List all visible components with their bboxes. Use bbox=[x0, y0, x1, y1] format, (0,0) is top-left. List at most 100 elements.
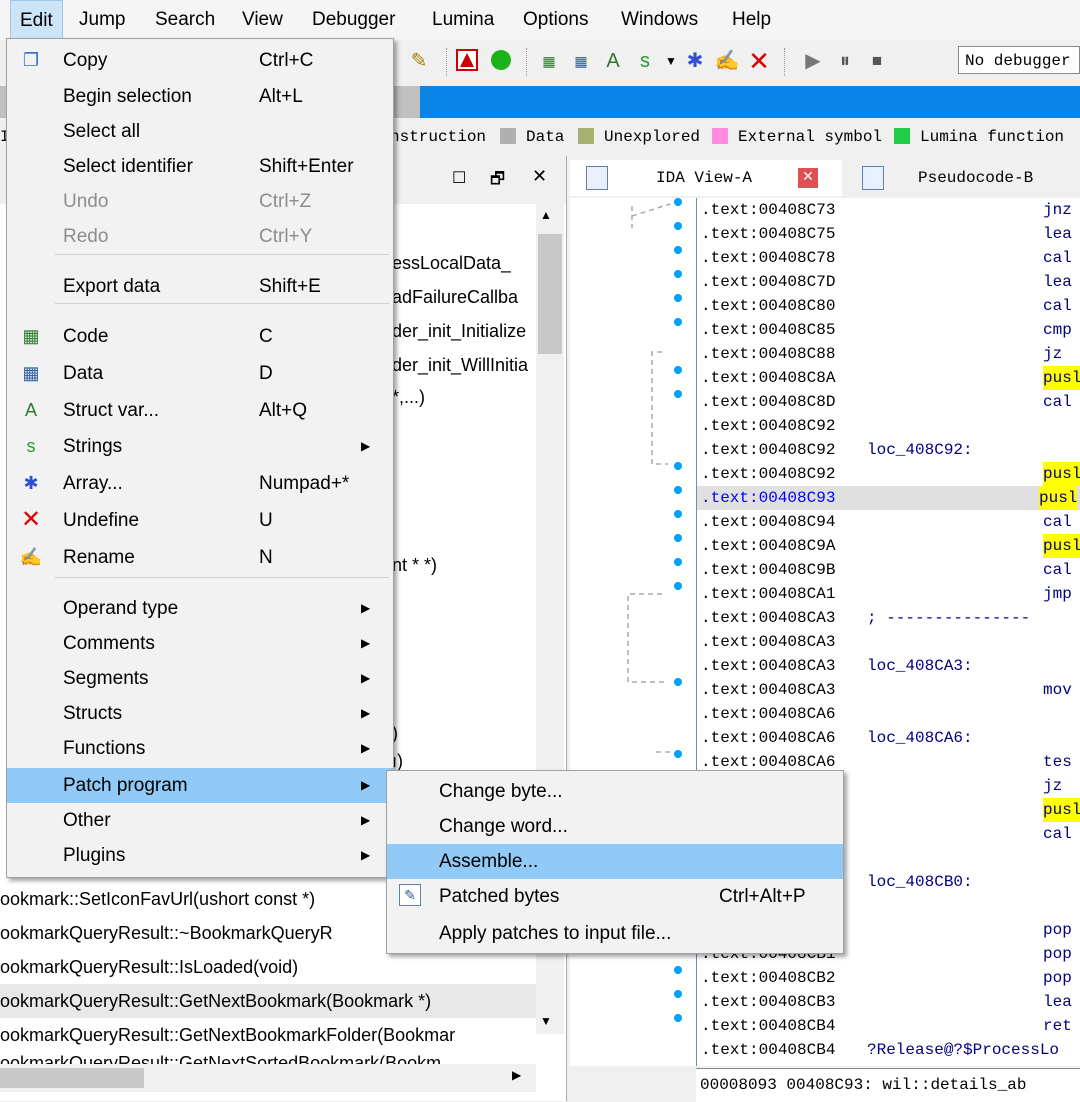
code-mnemonic[interactable]: pusl bbox=[1043, 462, 1080, 486]
code-line[interactable]: .text:00408C94 cal bbox=[701, 510, 1072, 534]
code-line[interactable]: .text:00408C80 cal bbox=[701, 294, 1072, 318]
list-item[interactable]: der_init_WillInitia bbox=[392, 348, 528, 382]
code-label[interactable]: loc_408C92: bbox=[867, 438, 973, 462]
menu-edit[interactable]: Edit bbox=[10, 0, 63, 40]
menu-item-other[interactable]: Other ▶ bbox=[7, 803, 393, 838]
struct-var-icon[interactable]: A bbox=[600, 48, 626, 74]
code-mnemonic[interactable]: jz bbox=[1043, 774, 1062, 798]
code-mnemonic[interactable]: cal bbox=[1043, 294, 1072, 318]
code-icon[interactable]: ▦ bbox=[536, 48, 562, 74]
code-label[interactable]: ; --------------- bbox=[867, 606, 1030, 630]
code-mnemonic[interactable]: cal bbox=[1043, 822, 1072, 846]
code-mnemonic[interactable]: pusl bbox=[1039, 486, 1078, 510]
code-label[interactable]: ?Release@?$ProcessLo bbox=[867, 1038, 1059, 1062]
close-icon[interactable]: ✕ bbox=[798, 168, 818, 188]
menu-item-strings[interactable]: s Strings ▶ bbox=[7, 429, 393, 464]
list-item[interactable]: der_init_Initialize bbox=[392, 314, 526, 348]
code-mnemonic[interactable]: lea bbox=[1043, 270, 1072, 294]
chevron-right-icon[interactable]: ▶ bbox=[512, 1068, 521, 1082]
code-line[interactable]: .text:00408C92 pusl bbox=[701, 462, 1080, 486]
horizontal-scrollbar[interactable]: ▶ bbox=[0, 1064, 536, 1092]
code-mnemonic[interactable]: cal bbox=[1043, 390, 1072, 414]
menu-item-struct-var[interactable]: A Struct var... Alt+Q bbox=[7, 393, 393, 428]
menu-item-segments[interactable]: Segments ▶ bbox=[7, 661, 393, 696]
tab-pseudocode-b[interactable]: Pseudocode-B bbox=[846, 160, 1080, 196]
code-line[interactable]: .text:00408CB4 ret bbox=[701, 1014, 1072, 1038]
code-line[interactable]: .text:00408C8D cal bbox=[701, 390, 1072, 414]
menu-item-code[interactable]: ▦ Code C bbox=[7, 319, 393, 354]
script-icon[interactable]: ✎ bbox=[406, 48, 432, 74]
code-line[interactable]: .text:00408CA3 bbox=[701, 630, 835, 654]
float-icon[interactable]: 🗗 bbox=[490, 168, 505, 195]
code-line[interactable]: .text:00408C7D lea bbox=[701, 270, 1072, 294]
menu-item-begin-selection[interactable]: Begin selection Alt+L bbox=[7, 79, 393, 114]
code-mnemonic[interactable]: cal bbox=[1043, 246, 1072, 270]
code-line[interactable]: .text:00408C75 lea bbox=[701, 222, 1072, 246]
code-mnemonic[interactable]: pusl bbox=[1043, 366, 1080, 390]
menu-lumina[interactable]: Lumina bbox=[423, 0, 503, 40]
list-item[interactable]: ookmarkQueryResult::GetNextBookmark(Book… bbox=[0, 984, 536, 1018]
undefine-icon[interactable]: ✕ bbox=[746, 48, 772, 74]
pause-icon[interactable]: ⏸ bbox=[832, 48, 858, 74]
code-line[interactable]: .text:00408CB4 ?Release@?$ProcessLo bbox=[701, 1038, 1059, 1062]
menu-help[interactable]: Help bbox=[723, 0, 780, 40]
code-line[interactable]: .text:00408CA6 bbox=[701, 702, 835, 726]
menu-item-export-data[interactable]: Export data Shift+E bbox=[7, 269, 393, 304]
menu-item-comments[interactable]: Comments ▶ bbox=[7, 626, 393, 661]
code-line[interactable]: .text:00408C92 bbox=[701, 414, 835, 438]
code-label[interactable]: loc_408CA3: bbox=[867, 654, 973, 678]
scrollbar-thumb[interactable] bbox=[0, 1068, 144, 1088]
code-line[interactable]: .text:00408C8A pusl bbox=[701, 366, 1080, 390]
maximize-icon[interactable]: ☐ bbox=[452, 168, 466, 188]
code-line[interactable]: .text:00408C9A pusl bbox=[701, 534, 1080, 558]
tab-ida-view-a[interactable]: IDA View-A ✕ bbox=[570, 160, 842, 196]
code-mnemonic[interactable]: ret bbox=[1043, 1014, 1072, 1038]
menu-item-structs[interactable]: Structs ▶ bbox=[7, 696, 393, 731]
ida-icon[interactable] bbox=[454, 48, 480, 74]
code-mnemonic[interactable]: mov bbox=[1043, 678, 1072, 702]
code-line[interactable]: .text:00408C85 cmp bbox=[701, 318, 1072, 342]
code-mnemonic[interactable]: lea bbox=[1043, 990, 1072, 1014]
scrollbar-thumb[interactable] bbox=[538, 234, 562, 354]
menu-item-undefine[interactable]: ✕ Undefine U bbox=[7, 503, 393, 538]
code-mnemonic[interactable]: jnz bbox=[1043, 198, 1072, 222]
menu-item-apply-patches-to-input-file[interactable]: Apply patches to input file... bbox=[387, 916, 843, 951]
menu-item-plugins[interactable]: Plugins ▶ bbox=[7, 838, 393, 873]
strings-icon[interactable]: s bbox=[632, 48, 658, 74]
menu-item-functions[interactable]: Functions ▶ bbox=[7, 731, 393, 766]
list-item[interactable]: adFailureCallba bbox=[392, 280, 518, 314]
code-mnemonic[interactable]: pusl bbox=[1043, 534, 1080, 558]
code-mnemonic[interactable]: lea bbox=[1043, 222, 1072, 246]
code-mnemonic[interactable]: cal bbox=[1043, 510, 1072, 534]
code-line[interactable]: .text:00408CB3 lea bbox=[701, 990, 1072, 1014]
code-line[interactable]: .text:00408CB2 pop bbox=[701, 966, 1072, 990]
code-mnemonic[interactable]: jmp bbox=[1043, 582, 1072, 606]
code-line[interactable]: .text:00408C78 cal bbox=[701, 246, 1072, 270]
code-line[interactable]: .text:00408C9B cal bbox=[701, 558, 1072, 582]
list-item[interactable]: essLocalData_ bbox=[392, 246, 511, 280]
code-line[interactable]: .text:00408CA3 mov bbox=[701, 678, 1072, 702]
list-item[interactable]: nt * *) bbox=[392, 548, 437, 582]
menu-item-patched-bytes[interactable]: ✎ Patched bytes Ctrl+Alt+P bbox=[387, 879, 843, 914]
code-line[interactable]: .text:00408C93 pusl bbox=[697, 486, 1080, 510]
code-mnemonic[interactable]: cmp bbox=[1043, 318, 1072, 342]
menu-item-change-word[interactable]: Change word... bbox=[387, 809, 843, 844]
data-icon[interactable]: ▦ bbox=[568, 48, 594, 74]
list-item[interactable]: ookmarkQueryResult::IsLoaded(void) bbox=[0, 950, 536, 984]
chevron-down-icon[interactable]: ▼ bbox=[540, 1014, 552, 1028]
rename-icon[interactable]: ✍ bbox=[714, 48, 740, 74]
menu-search[interactable]: Search bbox=[146, 0, 224, 40]
menu-item-copy[interactable]: ❐ Copy Ctrl+C bbox=[7, 43, 393, 78]
code-label[interactable]: loc_408CA6: bbox=[867, 726, 973, 750]
close-icon[interactable]: ✕ bbox=[532, 166, 547, 187]
menu-jump[interactable]: Jump bbox=[70, 0, 134, 40]
menu-item-rename[interactable]: ✍ Rename N bbox=[7, 540, 393, 575]
menu-windows[interactable]: Windows bbox=[612, 0, 707, 40]
menu-item-operand-type[interactable]: Operand type ▶ bbox=[7, 591, 393, 626]
code-line[interactable]: .text:00408CA3 ; --------------- bbox=[701, 606, 1030, 630]
menu-item-patch-program[interactable]: Patch program ▶ bbox=[7, 768, 393, 803]
menu-item-select-all[interactable]: Select all bbox=[7, 114, 393, 149]
code-line[interactable]: .text:00408C92 loc_408C92: bbox=[701, 438, 973, 462]
menu-item-select-identifier[interactable]: Select identifier Shift+Enter bbox=[7, 149, 393, 184]
menu-item-assemble[interactable]: Assemble... bbox=[387, 844, 843, 879]
